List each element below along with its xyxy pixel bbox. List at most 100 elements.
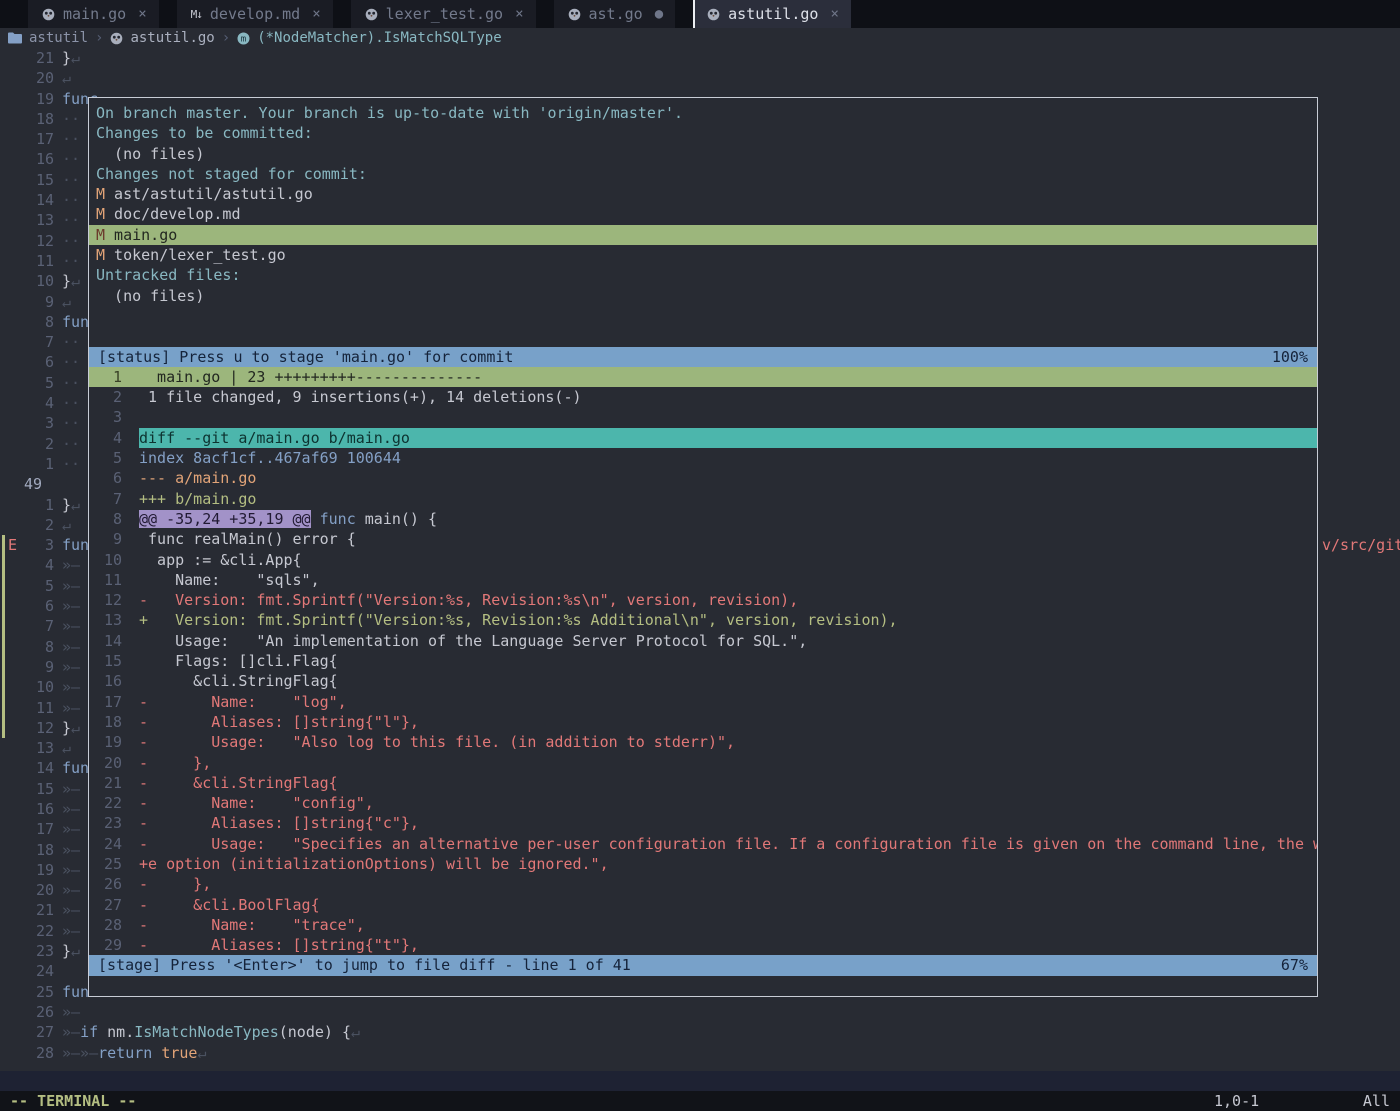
line-number: 14 [35, 191, 54, 210]
tab-develop.md[interactable]: M↓ develop.md × [176, 0, 333, 28]
diff-line: 11 Name: "sqls", [89, 570, 1317, 590]
line-number: 10 [35, 272, 54, 291]
diff-line-number: 28 [103, 915, 122, 934]
text-segment: } [62, 272, 72, 291]
close-icon[interactable]: × [830, 6, 838, 22]
text-segment: »— [62, 576, 81, 595]
line-text: »— [54, 1003, 80, 1021]
text-segment: - &cli.StringFlag{ [139, 773, 338, 792]
diff-line-number: 6 [112, 469, 122, 488]
text-segment: ·· [62, 353, 81, 372]
line-number: 7 [44, 617, 54, 636]
diff-preview-window[interactable]: 1 main.go | 23 +++++++++-------------- 2 … [89, 366, 1317, 956]
go-file-icon [365, 8, 378, 21]
line-number: 49 [24, 475, 43, 494]
close-icon[interactable]: × [312, 6, 320, 22]
close-icon[interactable]: × [515, 6, 523, 22]
text-segment: if [80, 1023, 108, 1042]
text-segment: Usage: "An implementation of the Languag… [139, 631, 808, 650]
line-number: 2 [44, 515, 54, 534]
text-segment: »— [62, 597, 81, 616]
tab-label: lexer_test.go [385, 5, 504, 23]
line-number: 14 [35, 759, 54, 778]
line-text: ·· [54, 333, 80, 351]
line-number: 6 [44, 597, 54, 616]
diff-line-number: 29 [103, 936, 122, 955]
go-file-icon [42, 8, 55, 21]
git-status-window[interactable]: On branch master. Your branch is up-to-d… [89, 98, 1317, 347]
modified-dot-icon[interactable]: ● [655, 6, 663, 22]
editor-line: 28 »—»—return true↵ [0, 1043, 1400, 1063]
tab-ast.go[interactable]: ast.go ● [553, 0, 676, 28]
diff-line-text [139, 407, 1317, 427]
line-text: ·· [54, 414, 80, 432]
text-segment: ↵ [62, 739, 72, 758]
text-segment: } [62, 495, 72, 514]
line-text: ↵ [54, 69, 71, 87]
text-segment: main() { [355, 509, 438, 528]
git-change-bar [2, 596, 5, 617]
text-segment: - Version: fmt.Sprintf("Version:%s, Revi… [139, 591, 799, 610]
line-text: ↵ [54, 293, 71, 311]
diff-line-number: 5 [112, 449, 122, 468]
text-segment: M [96, 225, 106, 244]
editor-line: 26 »— [0, 1002, 1400, 1022]
diff-line-text: - }, [139, 874, 1317, 894]
diff-line: 7 +++ b/main.go [89, 489, 1317, 509]
text-segment: index 8acf1cf..467af69 100644 [139, 449, 401, 468]
breadcrumb-project[interactable]: astutil [29, 30, 88, 46]
line-text: ↵ [54, 516, 71, 534]
line-number: 1 [44, 495, 54, 514]
line-number: 2 [44, 434, 54, 453]
text-segment: token/lexer_test.go [105, 246, 286, 265]
git-change-bar [2, 636, 5, 657]
text-segment: IsMatchNodeTypes [134, 1023, 279, 1042]
line-text: »— [54, 617, 80, 635]
diff-line-number: 12 [103, 591, 122, 610]
diff-line: 6 --- a/main.go [89, 468, 1317, 488]
line-text: »— [54, 577, 80, 595]
diff-line-number: 27 [103, 895, 122, 914]
text-segment: ↵ [62, 292, 72, 311]
diff-line: 20 - }, [89, 753, 1317, 773]
diff-line: 26 - }, [89, 874, 1317, 894]
text-segment: »— [62, 1002, 81, 1021]
diff-line: 18 - Aliases: []string{"l"}, [89, 712, 1317, 732]
tab-main.go[interactable]: main.go × [28, 0, 159, 28]
diff-line-number: 13 [103, 611, 122, 630]
text-segment: ↵ [62, 69, 72, 88]
diff-line: 22 - Name: "config", [89, 793, 1317, 813]
text-segment: - Name: "config", [139, 794, 374, 813]
tab-lexer_test.go[interactable]: lexer_test.go × [350, 0, 536, 28]
text-segment: »— [62, 820, 81, 839]
line-text: »— [54, 841, 80, 859]
line-text: ·· [54, 171, 80, 189]
diff-line: 2 1 file changed, 9 insertions(+), 14 de… [89, 387, 1317, 407]
text-segment: ast/astutil/astutil.go [105, 185, 313, 204]
breadcrumb-file[interactable]: astutil.go [130, 30, 214, 46]
text-segment: ↵ [62, 515, 72, 534]
text-segment: } [62, 49, 72, 67]
text-segment: Changes to be committed: [96, 124, 313, 143]
line-text: }↵ [54, 719, 80, 737]
editor-line: 20 ↵ [0, 68, 1400, 88]
line-number: 13 [35, 739, 54, 758]
git-status-row: M doc/develop.md [89, 204, 1317, 224]
diff-line: 29 - Aliases: []string{"t"}, [89, 935, 1317, 955]
line-text: }↵ [54, 272, 80, 290]
git-status-row: M ast/astutil/astutil.go [89, 184, 1317, 204]
close-icon[interactable]: × [138, 6, 146, 22]
diff-line-text: 1 file changed, 9 insertions(+), 14 dele… [139, 387, 1317, 407]
line-number: 11 [35, 251, 54, 270]
text-segment: func realMain() error { [139, 530, 356, 549]
line-number: 7 [44, 333, 54, 352]
tab-astutil.go[interactable]: astutil.go × [693, 0, 851, 28]
diff-line: 27 - &cli.BoolFlag{ [89, 895, 1317, 915]
text-segment: ↵ [71, 272, 81, 291]
text-segment: Flags: []cli.Flag{ [139, 652, 338, 671]
breadcrumb-symbol[interactable]: (*NodeMatcher).IsMatchSQLType [257, 30, 501, 46]
float-empty-row [89, 976, 1317, 996]
git-change-bar [2, 535, 5, 556]
line-number: 4 [44, 394, 54, 413]
text-segment: ·· [62, 394, 81, 413]
